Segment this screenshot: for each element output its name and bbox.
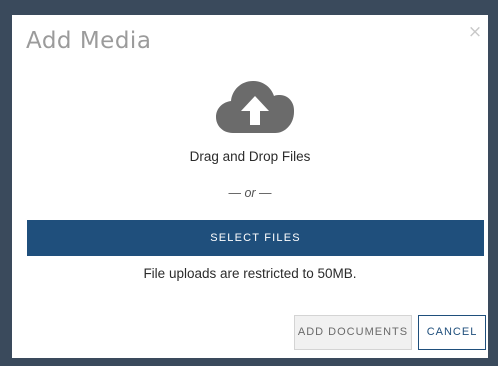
add-documents-button[interactable]: ADD DOCUMENTS <box>294 315 412 350</box>
select-files-button[interactable]: SELECT FILES <box>27 220 484 256</box>
file-size-restriction: File uploads are restricted to 50MB. <box>143 266 357 281</box>
add-media-dialog: Add Media × Drag and Drop Files — or — S… <box>12 15 488 358</box>
cloud-upload-icon[interactable] <box>215 77 295 135</box>
drag-drop-label: Drag and Drop Files <box>189 149 311 164</box>
dialog-title: Add Media <box>26 28 152 54</box>
close-icon[interactable]: × <box>466 23 484 41</box>
cancel-button[interactable]: CANCEL <box>418 315 486 350</box>
or-separator: — or — <box>228 186 272 200</box>
